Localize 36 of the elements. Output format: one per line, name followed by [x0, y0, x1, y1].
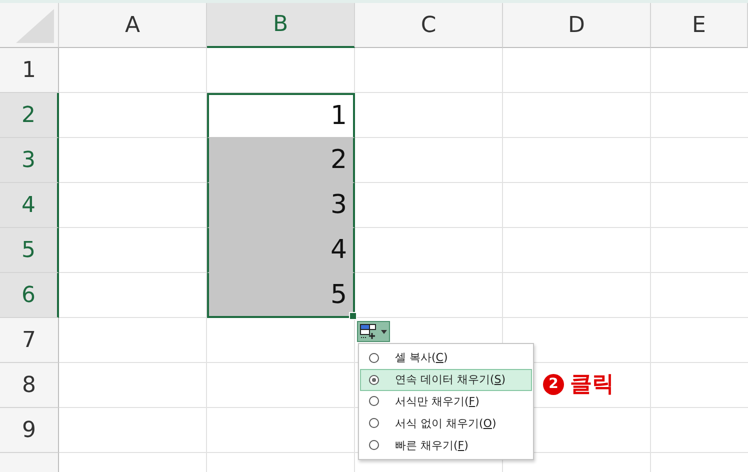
- menu-item[interactable]: 연속 데이터 채우기(S): [360, 368, 532, 391]
- column-header[interactable]: D: [503, 3, 651, 48]
- table-cell: 2: [207, 138, 355, 183]
- table-cell: 5: [207, 273, 355, 318]
- annotation-text: 클릭: [570, 371, 614, 399]
- fill-handle[interactable]: [349, 312, 357, 320]
- column-header[interactable]: E: [651, 3, 748, 48]
- row-header[interactable]: 5: [0, 228, 59, 273]
- row-header[interactable]: 2: [0, 93, 59, 138]
- row-header[interactable]: 3: [0, 138, 59, 183]
- table-cell: 1: [207, 93, 355, 138]
- row-header[interactable]: 1: [0, 48, 59, 93]
- radio-icon: [369, 396, 379, 406]
- menu-item[interactable]: 서식만 채우기(F): [360, 390, 532, 412]
- row-header[interactable]: 9: [0, 408, 59, 453]
- column-header[interactable]: A: [59, 3, 207, 48]
- menu-item[interactable]: 서식 없이 채우기(O): [360, 412, 532, 434]
- radio-icon: [369, 374, 379, 385]
- row-header[interactable]: 8: [0, 363, 59, 408]
- column-header[interactable]: C: [355, 3, 503, 48]
- radio-icon: [369, 440, 379, 450]
- fill-grid-icon: [360, 324, 378, 339]
- radio-icon: [369, 418, 379, 428]
- column-header[interactable]: B: [207, 3, 355, 48]
- table-cell: 3: [207, 183, 355, 228]
- row-header[interactable]: 6: [0, 273, 59, 318]
- autofill-options-button[interactable]: [357, 321, 390, 342]
- radio-icon: [369, 352, 379, 363]
- step-badge: 2: [543, 374, 564, 394]
- caret-icon: [381, 330, 387, 334]
- menu-item[interactable]: 셀 복사(C): [360, 347, 532, 369]
- table-cell: 4: [207, 228, 355, 273]
- row-header[interactable]: 4: [0, 183, 59, 228]
- row-header[interactable]: 7: [0, 318, 59, 363]
- menu-item[interactable]: 빠른 채우기(F): [360, 434, 532, 456]
- triangle-icon: [16, 9, 54, 43]
